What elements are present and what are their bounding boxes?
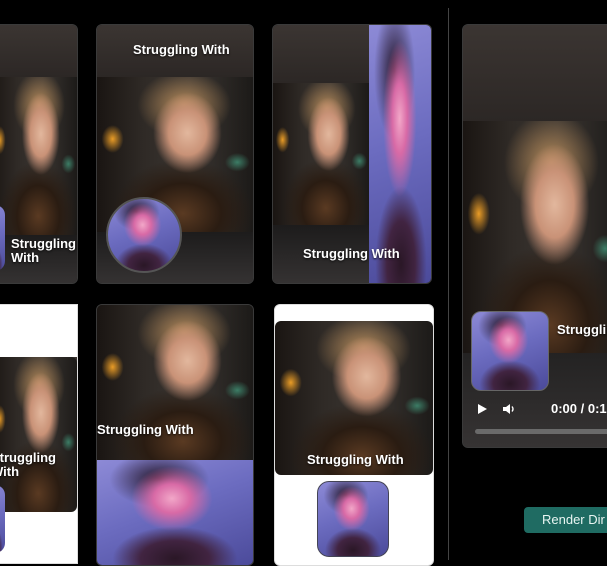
selfie-circle (106, 197, 182, 273)
panel-divider (448, 8, 449, 560)
layout-card-r1c3[interactable]: Struggling With (272, 24, 432, 284)
top-band (273, 25, 369, 83)
main-video-image (273, 83, 369, 225)
play-button[interactable] (475, 402, 489, 416)
layout-card-r1c1[interactable]: Struggling With (0, 24, 78, 284)
caption: Struggling With (307, 452, 404, 467)
main-video-image (0, 77, 77, 235)
volume-button[interactable] (501, 402, 517, 416)
layout-card-r1c2[interactable]: Struggling With (96, 24, 254, 284)
selfie-overlay (0, 205, 5, 271)
selfie-rounded (317, 481, 389, 557)
caption: Struggling With (97, 422, 194, 437)
preview-caption: Struggling With (557, 322, 607, 337)
caption: Struggling With (303, 246, 400, 261)
preview-selfie (471, 311, 549, 391)
caption: Struggling With (133, 42, 230, 57)
selfie-panel (97, 460, 253, 565)
caption: Struggling With (11, 236, 76, 265)
play-icon (478, 404, 487, 414)
time-display: 0:00 / 0:1 (551, 401, 607, 416)
layout-card-r2c1[interactable]: Struggling With (0, 304, 78, 564)
preview-top-band (463, 25, 607, 121)
caption: Struggling With (0, 450, 56, 479)
progress-bar[interactable] (475, 429, 607, 434)
layout-card-r2c2[interactable]: Struggling With (96, 304, 254, 566)
selfie-overlay (0, 485, 5, 553)
main-video-image (0, 357, 77, 512)
top-band (0, 25, 77, 77)
render-button[interactable]: Render Dir (524, 507, 607, 533)
preview-panel: Struggling With 0:00 / 0:1 (462, 24, 607, 448)
layout-card-r2c3[interactable]: Struggling With (274, 304, 434, 566)
volume-icon (503, 404, 514, 414)
